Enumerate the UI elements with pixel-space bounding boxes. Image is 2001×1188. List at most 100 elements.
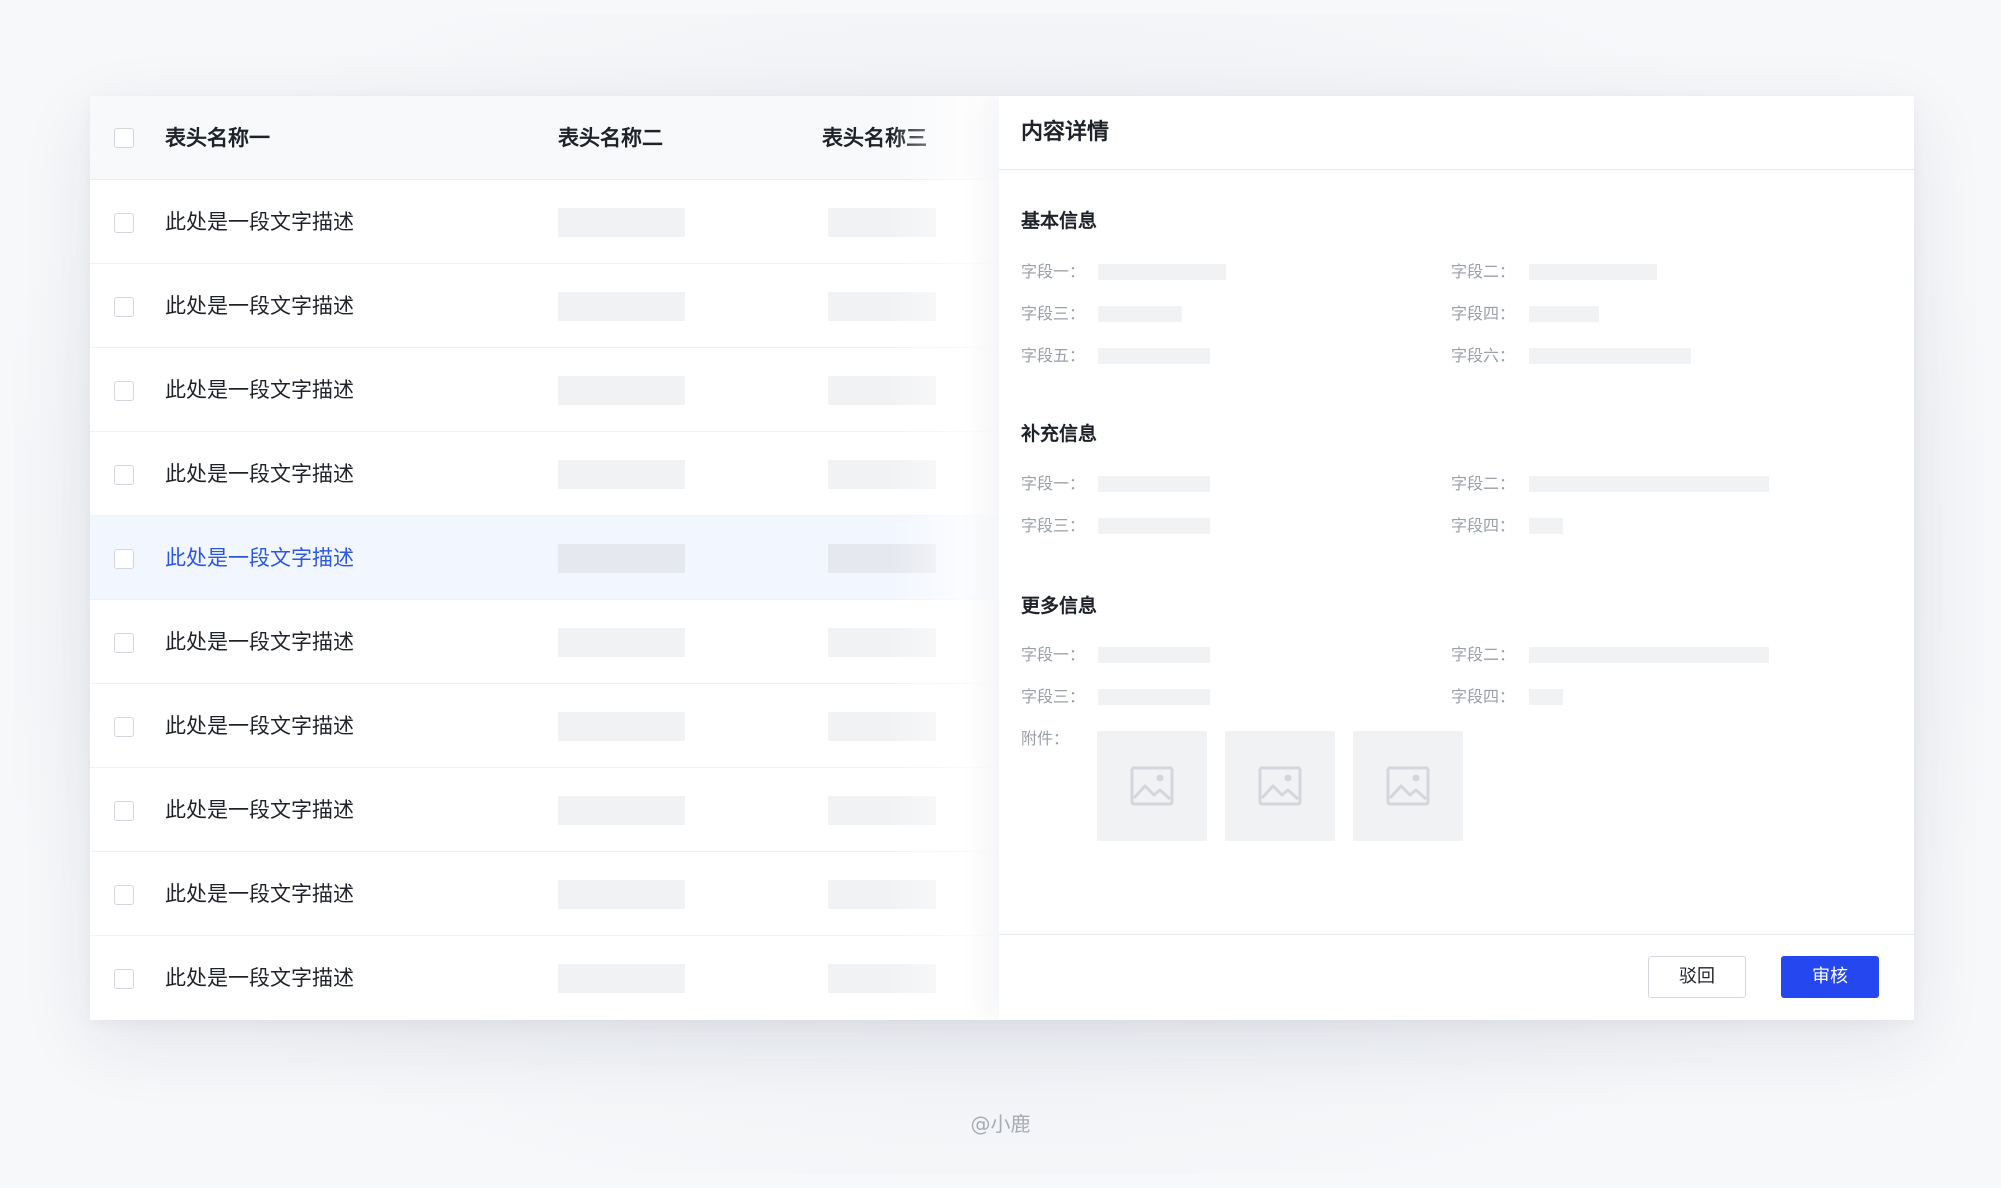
cell-placeholder	[828, 208, 936, 237]
row-checkbox[interactable]	[114, 213, 134, 233]
row-checkbox[interactable]	[114, 633, 134, 653]
row-description: 此处是一段文字描述	[165, 378, 354, 402]
field-label: 字段三：	[1021, 687, 1086, 706]
row-checkbox[interactable]	[114, 801, 134, 821]
table-row[interactable]: 此处是一段文字描述	[90, 936, 999, 1020]
cell-placeholder	[828, 628, 936, 657]
image-placeholder-icon	[1258, 766, 1302, 806]
field-label: 字段四：	[1451, 516, 1516, 535]
field-value-placeholder	[1098, 518, 1210, 534]
table-row[interactable]: 此处是一段文字描述	[90, 180, 999, 264]
data-table: 表头名称一 表头名称二 表头名称三 此处是一段文字描述 此处是一段文字描述 此处…	[90, 96, 999, 1020]
field-label: 字段三：	[1021, 304, 1086, 323]
field-label: 字段三：	[1021, 516, 1086, 535]
table-row[interactable]: 此处是一段文字描述	[90, 348, 999, 432]
attachment-thumbnail[interactable]	[1353, 731, 1463, 841]
approve-button[interactable]: 审核	[1781, 956, 1879, 998]
cell-placeholder	[828, 460, 936, 489]
image-placeholder-icon	[1386, 766, 1430, 806]
cell-placeholder	[828, 292, 936, 321]
field-value-placeholder	[1529, 348, 1691, 364]
column-header-2[interactable]: 表头名称二	[558, 124, 663, 152]
table-row[interactable]: 此处是一段文字描述	[90, 264, 999, 348]
watermark: @小鹿	[970, 1112, 1031, 1136]
cell-placeholder	[558, 376, 685, 405]
field-label: 字段四：	[1451, 304, 1516, 323]
row-description: 此处是一段文字描述	[165, 462, 354, 486]
section-title-more: 更多信息	[1021, 595, 1098, 617]
field-value-placeholder	[1529, 647, 1769, 663]
detail-drawer: 内容详情 基本信息 字段一： 字段二： 字段三： 字段四： 字段五： 字段六： …	[999, 96, 1914, 1020]
attachment-thumbnail[interactable]	[1225, 731, 1335, 841]
section-title-extra: 补充信息	[1021, 423, 1098, 445]
cell-placeholder	[558, 964, 685, 993]
field-label: 字段六：	[1451, 346, 1516, 365]
attachment-label: 附件：	[1021, 729, 1070, 748]
field-value-placeholder	[1529, 476, 1769, 492]
cell-placeholder	[558, 208, 685, 237]
column-header-1[interactable]: 表头名称一	[165, 124, 270, 152]
field-value-placeholder	[1098, 348, 1210, 364]
cell-placeholder	[558, 796, 685, 825]
field-value-placeholder	[1098, 476, 1210, 492]
table-row[interactable]: 此处是一段文字描述	[90, 432, 999, 516]
drawer-title: 内容详情	[1021, 120, 1110, 145]
row-checkbox[interactable]	[114, 717, 134, 737]
field-value-placeholder	[1098, 306, 1182, 322]
image-placeholder-icon	[1130, 766, 1174, 806]
main-card: 表头名称一 表头名称二 表头名称三 此处是一段文字描述 此处是一段文字描述 此处…	[90, 96, 1914, 1020]
field-label: 字段二：	[1451, 645, 1516, 664]
field-label: 字段一：	[1021, 262, 1086, 281]
row-checkbox[interactable]	[114, 549, 134, 569]
table-header: 表头名称一 表头名称二 表头名称三	[90, 96, 999, 180]
cell-placeholder	[828, 964, 936, 993]
table-row[interactable]: 此处是一段文字描述	[90, 684, 999, 768]
table-row[interactable]: 此处是一段文字描述	[90, 600, 999, 684]
row-description: 此处是一段文字描述	[165, 546, 354, 570]
column-header-3[interactable]: 表头名称三	[822, 124, 927, 152]
row-checkbox[interactable]	[114, 885, 134, 905]
row-checkbox[interactable]	[114, 465, 134, 485]
field-value-placeholder	[1098, 647, 1210, 663]
cell-placeholder	[558, 460, 685, 489]
cell-placeholder	[828, 880, 936, 909]
row-description: 此处是一段文字描述	[165, 882, 354, 906]
drawer-footer: 驳回 审核	[999, 934, 1914, 1020]
field-label: 字段一：	[1021, 474, 1086, 493]
row-checkbox[interactable]	[114, 969, 134, 989]
row-description: 此处是一段文字描述	[165, 966, 354, 990]
row-description: 此处是一段文字描述	[165, 294, 354, 318]
cell-placeholder	[558, 544, 685, 573]
field-value-placeholder	[1529, 518, 1563, 534]
drawer-header: 内容详情	[999, 96, 1914, 170]
field-value-placeholder	[1529, 264, 1657, 280]
field-label: 字段二：	[1451, 262, 1516, 281]
table-row-selected[interactable]: 此处是一段文字描述	[90, 516, 999, 600]
field-label: 字段一：	[1021, 645, 1086, 664]
row-description: 此处是一段文字描述	[165, 714, 354, 738]
cell-placeholder	[558, 628, 685, 657]
cell-placeholder	[828, 544, 936, 573]
field-value-placeholder	[1098, 264, 1226, 280]
cell-placeholder	[828, 796, 936, 825]
reject-button[interactable]: 驳回	[1648, 956, 1746, 998]
field-value-placeholder	[1529, 306, 1599, 322]
row-description: 此处是一段文字描述	[165, 630, 354, 654]
section-title-basic: 基本信息	[1021, 210, 1098, 232]
row-checkbox[interactable]	[114, 297, 134, 317]
row-checkbox[interactable]	[114, 381, 134, 401]
row-description: 此处是一段文字描述	[165, 798, 354, 822]
cell-placeholder	[558, 880, 685, 909]
field-label: 字段二：	[1451, 474, 1516, 493]
row-description: 此处是一段文字描述	[165, 210, 354, 234]
cell-placeholder	[558, 712, 685, 741]
table-row[interactable]: 此处是一段文字描述	[90, 768, 999, 852]
cell-placeholder	[558, 292, 685, 321]
select-all-checkbox[interactable]	[114, 128, 134, 148]
attachment-thumbnail[interactable]	[1097, 731, 1207, 841]
field-label: 字段四：	[1451, 687, 1516, 706]
field-value-placeholder	[1098, 689, 1210, 705]
cell-placeholder	[828, 376, 936, 405]
table-row[interactable]: 此处是一段文字描述	[90, 852, 999, 936]
field-value-placeholder	[1529, 689, 1563, 705]
